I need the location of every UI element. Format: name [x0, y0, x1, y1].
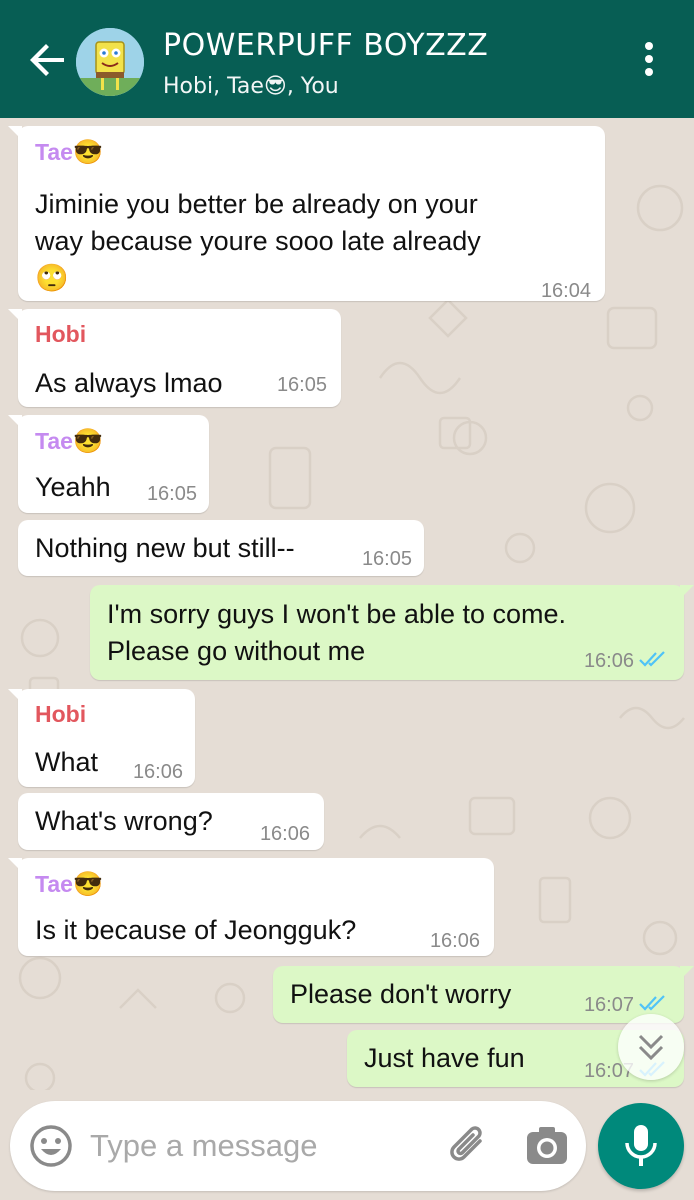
message-time: 16:05: [361, 548, 412, 570]
bubble-tail: [8, 126, 22, 140]
camera-button[interactable]: [522, 1121, 572, 1171]
message-text: Nothing new but still--: [35, 533, 295, 563]
bubble-tail: [8, 858, 22, 872]
message-bubble-incoming[interactable]: Tae😎 Yeahh 16:05: [8, 415, 209, 513]
sender-name: Tae😎: [35, 139, 103, 166]
message-text: As always lmao: [35, 368, 223, 398]
sender-name: Tae😎: [35, 428, 103, 455]
double-chevron-down-icon: [638, 1034, 664, 1061]
message-bubble-incoming[interactable]: What's wrong? 16:06: [18, 793, 324, 850]
group-name[interactable]: POWERPUFF BOYZZZ: [163, 28, 488, 63]
bubble-tail: [8, 415, 22, 429]
message-bubble-incoming[interactable]: Hobi What 16:06: [8, 689, 195, 787]
message-time: 16:04: [540, 280, 591, 302]
bubble-tail: [8, 309, 22, 323]
message-bubble-incoming[interactable]: Hobi As always lmao 16:05: [8, 309, 341, 407]
message-time: 16:06: [429, 930, 480, 952]
message-input[interactable]: [90, 1123, 430, 1169]
message-text: Is it because of Jeongguk?: [35, 915, 357, 945]
bubble-tail: [680, 966, 694, 980]
message-text: I'm sorry guys I won't be able to come. …: [107, 599, 566, 666]
message-time: 16:06: [259, 823, 310, 845]
message-bubble-incoming[interactable]: Tae😎 Is it because of Jeongguk? 16:06: [8, 858, 494, 956]
emoji-button[interactable]: [28, 1123, 74, 1169]
message-time: 16:06: [583, 650, 634, 672]
message-text: What's wrong?: [35, 806, 213, 836]
arrow-left-icon: [30, 44, 64, 76]
more-vert-icon: [636, 42, 662, 76]
scroll-to-bottom-button[interactable]: [618, 1014, 684, 1080]
voice-record-button[interactable]: [598, 1103, 684, 1189]
more-options-button[interactable]: [636, 42, 662, 82]
message-composer: [10, 1101, 586, 1191]
chat-area[interactable]: Tae😎 Jiminie you better be already on yo…: [0, 118, 694, 1090]
double-check-icon: [639, 651, 665, 667]
sender-name: Hobi: [35, 701, 87, 727]
message-time: 16:05: [146, 483, 197, 505]
paperclip-icon: [450, 1126, 482, 1161]
back-button[interactable]: [24, 36, 72, 84]
message-bubble-incoming[interactable]: Nothing new but still-- 16:05: [18, 520, 424, 576]
message-text: Jiminie you better be already on your wa…: [35, 189, 481, 293]
message-text: Yeahh: [35, 472, 111, 502]
bubble-tail: [680, 585, 694, 599]
mic-icon: [625, 1125, 657, 1166]
group-avatar[interactable]: [76, 28, 144, 96]
camera-icon: [527, 1127, 567, 1164]
message-text: Just have fun: [364, 1043, 525, 1073]
message-bubble-outgoing[interactable]: I'm sorry guys I won't be able to come. …: [90, 585, 694, 680]
message-bubble-incoming[interactable]: Tae😎 Jiminie you better be already on yo…: [8, 126, 605, 302]
message-time: 16:05: [276, 374, 327, 396]
bubble-tail: [8, 689, 22, 703]
smiley-icon: [30, 1125, 72, 1167]
group-members[interactable]: Hobi, Tae😎, You: [163, 74, 339, 99]
message-text: Please don't worry: [290, 979, 512, 1009]
message-text: What: [35, 747, 99, 777]
message-time: 16:06: [132, 761, 183, 783]
attach-button[interactable]: [444, 1121, 494, 1171]
sender-name: Hobi: [35, 321, 87, 347]
chat-header: POWERPUFF BOYZZZ Hobi, Tae😎, You: [0, 0, 694, 118]
double-check-icon: [639, 995, 665, 1011]
sender-name: Tae😎: [35, 871, 103, 898]
